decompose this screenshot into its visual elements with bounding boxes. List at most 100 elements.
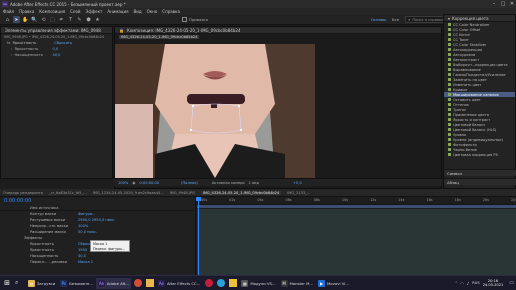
effect-icon: [448, 23, 451, 26]
effect-list-item[interactable]: Выборочн...коррекция цвета: [444, 62, 515, 67]
views-dropdown[interactable]: 1 вид: [249, 181, 259, 185]
taskbar-item-ae-2[interactable]: Ae After Effects CC...: [156, 278, 202, 289]
menu-help[interactable]: Справка: [162, 9, 180, 14]
zoom-tool-icon[interactable]: 🔍: [31, 16, 38, 23]
composition-tab[interactable]: 🔒 Композиция: IMG_4326-24-05-20_1-IMG_09…: [115, 27, 441, 34]
effect-list-label: Цветовая коррекция PS: [453, 152, 498, 157]
effect-controls-tab[interactable]: Элементы управления эффектами: IMG_0948: [1, 27, 112, 34]
menu-composition[interactable]: Композиция: [39, 9, 65, 14]
effect-icon: [448, 128, 451, 131]
layer-duration-bar[interactable]: [197, 209, 516, 275]
chevron-right-icon[interactable]: ›: [11, 47, 12, 51]
comp-tab-active[interactable]: IMG_4326-24-05-20_1-IMG_09cbc0b84b24: [200, 190, 282, 195]
effects-section-character[interactable]: Символ: [444, 169, 516, 176]
timeline-row-value[interactable]: 2950,0 2950,0 пикс.: [78, 218, 115, 222]
timeline-row-value[interactable]: 50,0 пикс.: [78, 230, 97, 234]
brightness-value[interactable]: 0,0: [52, 47, 58, 51]
effect-list-item[interactable]: Гамма/Пьедестал/Усиление: [444, 72, 515, 77]
maximize-button[interactable]: □: [499, 1, 507, 7]
menu-window[interactable]: Окно: [147, 9, 158, 14]
workspace-all-tab[interactable]: Все: [392, 17, 399, 22]
notifications-icon[interactable]: ▭: [509, 280, 514, 286]
effect-list-item[interactable]: Цветовая коррекция PS: [444, 152, 515, 157]
comp-tab-3[interactable]: IMG_9948.JPG: [170, 191, 195, 195]
home-tool-icon[interactable]: ⌂: [4, 16, 11, 23]
chevron-right-icon[interactable]: ›: [11, 53, 12, 57]
minimize-button[interactable]: –: [490, 1, 498, 7]
text-tool-icon[interactable]: T: [67, 16, 74, 23]
workspace-basics-tab[interactable]: Основы: [371, 17, 386, 22]
composition-image[interactable]: [115, 44, 315, 178]
folder-icon[interactable]: [145, 279, 154, 287]
taskbar-item-ae-1[interactable]: Ae Adobe Aft...: [95, 277, 131, 289]
start-button-icon[interactable]: ⊞: [2, 278, 12, 289]
taskbar-item-modules[interactable]: ▦ Модули VS...: [239, 278, 277, 289]
mask-dropdown-menu[interactable]: Маска 1 Перекл. фигуры...: [90, 240, 130, 252]
taskbar-search-icon[interactable]: ⌕: [15, 279, 23, 287]
composition-subtab[interactable]: IMG_4326-24-05-20_1-IMG_09cbc0b84b24: [115, 34, 441, 40]
menu-file[interactable]: Файл: [3, 9, 14, 14]
clock[interactable]: 20:16 24.05.2021: [483, 279, 504, 287]
volume-icon[interactable]: ♪: [467, 281, 470, 286]
taskbar-item-unnamed[interactable]: Ps Безымянн...: [58, 278, 95, 289]
mask-tool-icon[interactable]: ⬚: [49, 16, 56, 23]
playhead-handle-icon[interactable]: [196, 197, 201, 201]
viewer-timecode[interactable]: 0:00:00:00: [139, 181, 159, 185]
language-indicator[interactable]: RUS: [472, 281, 479, 285]
rotate-tool-icon[interactable]: ⟲: [40, 16, 47, 23]
pen-tool-icon[interactable]: ✒: [58, 16, 65, 23]
timeline-row[interactable]: Перекл... ...ресовки Маска 1: [0, 259, 195, 265]
close-button[interactable]: ✕: [508, 1, 516, 7]
brush-tool-icon[interactable]: ✎: [76, 16, 83, 23]
snapping-checkbox[interactable]: [182, 17, 187, 22]
selection-tool-icon[interactable]: ➤: [13, 16, 20, 23]
timeline-row-value[interactable]: Маска 1: [78, 260, 93, 264]
timeline-timecode[interactable]: 0:00:00:00: [4, 198, 31, 204]
work-area-bar[interactable]: [197, 205, 516, 208]
wifi-icon[interactable]: ◠: [460, 281, 464, 286]
timeline-row-value[interactable]: Фигура...: [78, 212, 95, 216]
menu-edit[interactable]: Правка: [19, 9, 34, 14]
opera-icon[interactable]: [205, 279, 214, 287]
menu-view[interactable]: Вид: [134, 9, 142, 14]
timeline-tabs: Очередь рендеринга _cr_6a83a31c_fd5_... …: [0, 189, 516, 197]
puppet-tool-icon[interactable]: ★: [94, 16, 101, 23]
viewer-controls: 100% ◉ 0:00:00:00 (Полное) Активная каме…: [114, 178, 442, 186]
tray-up-icon[interactable]: ˄: [455, 281, 457, 286]
menu-effect[interactable]: Эффект: [86, 9, 103, 14]
chrome-icon[interactable]: [133, 279, 142, 287]
comp-tab-5[interactable]: IMG_2133_...: [287, 191, 310, 195]
comp-tab-1[interactable]: _cr_6a83a31c_fd5_...: [49, 191, 87, 195]
lock-icon[interactable]: 🔒: [119, 28, 124, 33]
taskbar-item-monster[interactable]: M Monster M...: [279, 278, 315, 289]
exposure-value[interactable]: +0,0: [293, 181, 302, 185]
monster-icon: M: [280, 279, 288, 287]
zoom-dropdown[interactable]: 100%: [118, 181, 128, 185]
taskbar-item-downloads[interactable]: ▤ Загрузки: [26, 278, 57, 289]
timeline-row-value[interactable]: 40,0: [78, 254, 86, 258]
effects-section-paragraph[interactable]: Абзац: [444, 178, 516, 185]
timeline-row-label: Контур маски: [30, 212, 57, 216]
menu-layer[interactable]: Слой: [70, 9, 80, 14]
telegram-icon[interactable]: [217, 279, 226, 287]
saturation-value[interactable]: 40,0: [52, 53, 60, 57]
reset-link[interactable]: Сбросить: [54, 41, 72, 45]
effects-category-header[interactable]: ▾ Коррекция цвета: [444, 15, 515, 22]
taskbar-item-movavi[interactable]: ▶ Movavi Vi...: [316, 278, 351, 289]
effect-list-label: Оставить цвет: [453, 97, 481, 102]
files-icon[interactable]: [229, 279, 238, 287]
comp-tab-2[interactable]: IMG_1234-24-05-2020_9-ee2c9aaa44...: [93, 191, 164, 195]
time-ruler[interactable]: 00s 02s 04s 06s 08s 10s 12s 14s 16s 18s 20s 22s: [197, 197, 516, 205]
hand-tool-icon[interactable]: ✋: [22, 16, 29, 23]
playhead[interactable]: [198, 197, 199, 275]
timeline-row-value[interactable]: 100%: [78, 224, 88, 228]
timeline-row-value[interactable]: 1950: [78, 248, 87, 252]
effect-list-label: CC Kernel: [453, 32, 471, 37]
resolution-dropdown[interactable]: (Полное): [181, 181, 198, 185]
menu-animation[interactable]: Анимация: [107, 9, 128, 14]
dropdown-item-shape[interactable]: Перекл. фигуры...: [91, 246, 129, 251]
active-camera-dropdown[interactable]: Активная камера: [212, 181, 245, 185]
clone-tool-icon[interactable]: ⬢: [85, 16, 92, 23]
render-queue-tab[interactable]: Очередь рендеринга: [3, 191, 43, 195]
camera-icon[interactable]: ◉: [132, 181, 135, 185]
